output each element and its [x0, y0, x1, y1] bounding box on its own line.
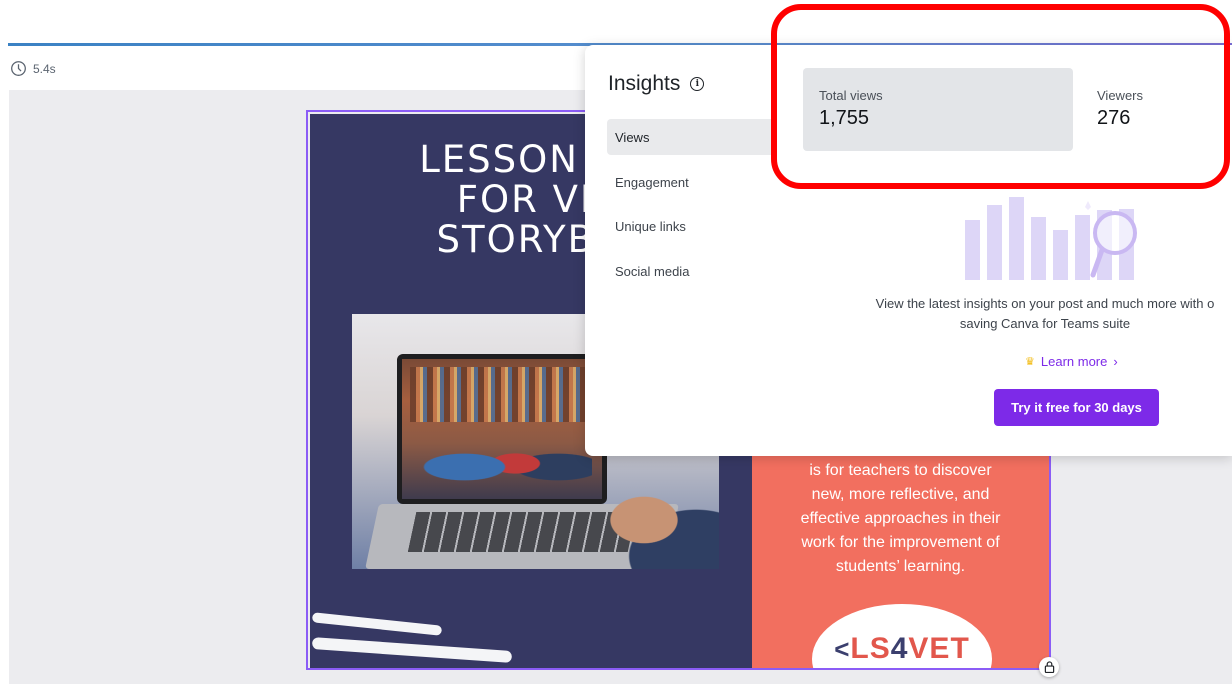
- laptop-screen: [397, 354, 607, 504]
- info-icon[interactable]: i: [690, 77, 705, 91]
- nav-engagement[interactable]: Engagement: [607, 164, 777, 200]
- highlight-annotation: [771, 4, 1230, 189]
- timer-duration: 5.4s: [33, 61, 56, 76]
- nav-social-media[interactable]: Social media: [607, 253, 777, 289]
- brush-stroke: [311, 612, 443, 636]
- chevron-right-icon: ›: [1113, 354, 1118, 369]
- learn-more-link[interactable]: ♛ Learn more ›: [1025, 354, 1118, 369]
- lock-icon[interactable]: [1039, 657, 1059, 677]
- promo-text: View the latest insights on your post an…: [875, 296, 1215, 331]
- crown-icon: ♛: [1025, 356, 1035, 368]
- brush-stroke: [311, 637, 513, 663]
- try-free-button[interactable]: Try it free for 30 days: [994, 389, 1159, 426]
- hands: [592, 484, 719, 569]
- design-body-text: is for teachers to discover new, more re…: [800, 462, 1001, 575]
- ls4vet-logo: <LS4VET: [834, 632, 970, 665]
- clock-icon: [11, 61, 26, 76]
- nav-unique-links[interactable]: Unique links: [607, 208, 777, 244]
- chart-magnifier-illustration: [965, 197, 1137, 280]
- share-icon: <: [834, 634, 851, 664]
- insights-title: Insights i: [608, 72, 705, 96]
- nav-views[interactable]: Views: [607, 119, 777, 155]
- timer[interactable]: 5.4s: [10, 60, 56, 77]
